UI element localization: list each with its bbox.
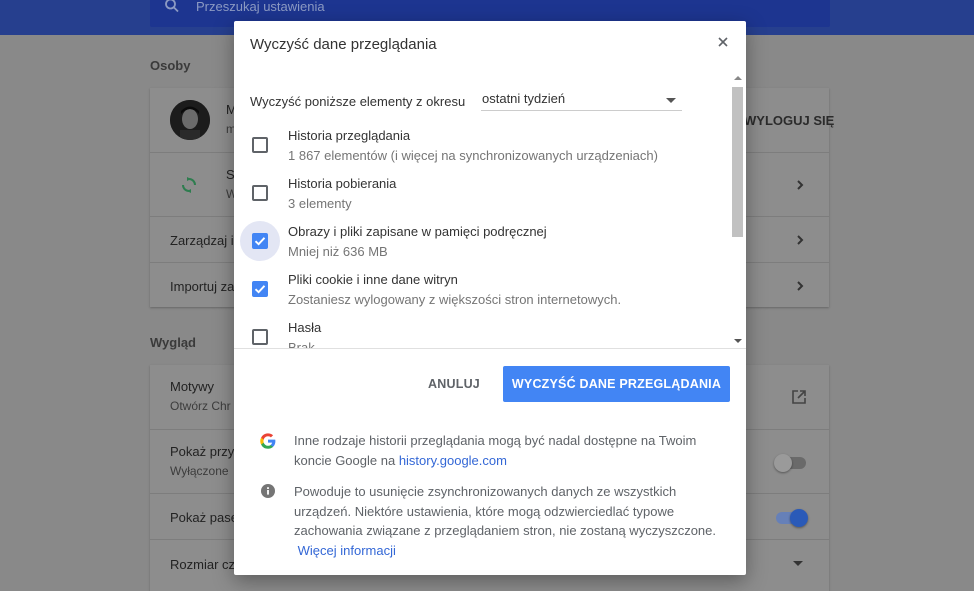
option-subtitle: 3 elementy (288, 196, 352, 211)
google-g-icon (260, 433, 276, 449)
dialog-title: Wyczyść dane przeglądania (250, 36, 437, 53)
checkbox-cached-images[interactable] (252, 233, 268, 249)
checkbox-passwords[interactable] (252, 329, 268, 345)
option-subtitle: Brak (288, 340, 315, 349)
themes-title: Motywy (170, 379, 215, 394)
option-subtitle: Mniej niż 636 MB (288, 244, 388, 259)
option-passwords[interactable]: Hasła Brak (234, 313, 730, 349)
dropdown-arrow-icon (666, 98, 676, 103)
clear-data-button[interactable]: WYCZYŚĆ DANE PRZEGLĄDANIA (503, 366, 730, 402)
option-browsing-history[interactable]: Historia przeglądania 1 867 elementów (i… (234, 121, 730, 169)
scrollbar-thumb[interactable] (732, 87, 743, 237)
chevron-right-icon (797, 180, 804, 190)
sync-notice-text: Powoduje to usunięcie zsynchronizowanych… (294, 484, 716, 538)
signout-button[interactable]: WYLOGUJ SIĘ (744, 113, 834, 128)
time-range-value: ostatni tydzień (482, 91, 566, 106)
bookmarks-bar-title: Pokaż pase (170, 510, 238, 525)
option-download-history[interactable]: Historia pobierania 3 elementy (234, 169, 730, 217)
checkmark-icon (254, 237, 266, 246)
home-button-sub: Wyłączone (170, 464, 229, 478)
period-label: Wyczyść poniższe elementy z okresu (250, 94, 466, 109)
manage-people-label: Zarządzaj i (170, 233, 234, 248)
scroll-down-arrow-icon[interactable] (734, 339, 742, 343)
bookmarks-bar-toggle[interactable] (776, 509, 808, 527)
section-title-people: Osoby (150, 58, 191, 73)
cancel-button[interactable]: ANULUJ (415, 367, 493, 401)
option-title: Historia przeglądania (288, 128, 411, 143)
import-label: Importuj za (170, 279, 235, 294)
option-title: Hasła (288, 320, 322, 335)
home-button-title: Pokaż przy (170, 444, 235, 459)
time-range-select[interactable]: ostatni tydzień (481, 89, 682, 111)
option-cached-images[interactable]: Obrazy i pliki zapisane w pamięci podręc… (234, 217, 730, 265)
option-title: Pliki cookie i inne dane witryn (288, 272, 458, 287)
option-cookies[interactable]: Pliki cookie i inne dane witryn Zostanie… (234, 265, 730, 313)
option-title: Obrazy i pliki zapisane w pamięci podręc… (288, 224, 547, 239)
dropdown-arrow-icon[interactable] (793, 561, 803, 566)
clear-browsing-data-dialog: Wyczyść dane przeglądania Wyczyść poniżs… (234, 21, 746, 575)
search-placeholder: Przeszukaj ustawienia (196, 0, 325, 14)
home-button-toggle[interactable] (774, 454, 806, 472)
scroll-up-arrow-icon[interactable] (734, 76, 742, 80)
options-scroll-area[interactable]: Wyczyść poniższe elementy z okresu ostat… (234, 71, 746, 349)
info-icon (261, 484, 275, 498)
checkbox-browsing-history[interactable] (252, 137, 268, 153)
open-in-new-icon[interactable] (791, 389, 807, 405)
sync-icon (182, 177, 196, 193)
option-title: Historia pobierania (288, 176, 397, 191)
profile-avatar (170, 100, 210, 140)
checkmark-icon (254, 285, 266, 294)
search-icon (165, 0, 179, 13)
checkbox-download-history[interactable] (252, 185, 268, 201)
more-info-link[interactable]: Więcej informacji (298, 543, 396, 558)
close-icon[interactable] (716, 35, 730, 49)
option-subtitle: 1 867 elementów (i więcej na synchronizo… (288, 148, 658, 163)
option-subtitle: Zostaniesz wylogowany z większości stron… (288, 292, 622, 307)
themes-sub: Otwórz Chr (170, 399, 231, 413)
section-title-appearance: Wygląd (150, 335, 196, 350)
checkbox-cookies[interactable] (252, 281, 268, 297)
chevron-right-icon (797, 235, 804, 245)
chevron-right-icon (797, 281, 804, 291)
font-size-title: Rozmiar cz (170, 557, 236, 572)
history-google-link[interactable]: history.google.com (399, 453, 507, 468)
